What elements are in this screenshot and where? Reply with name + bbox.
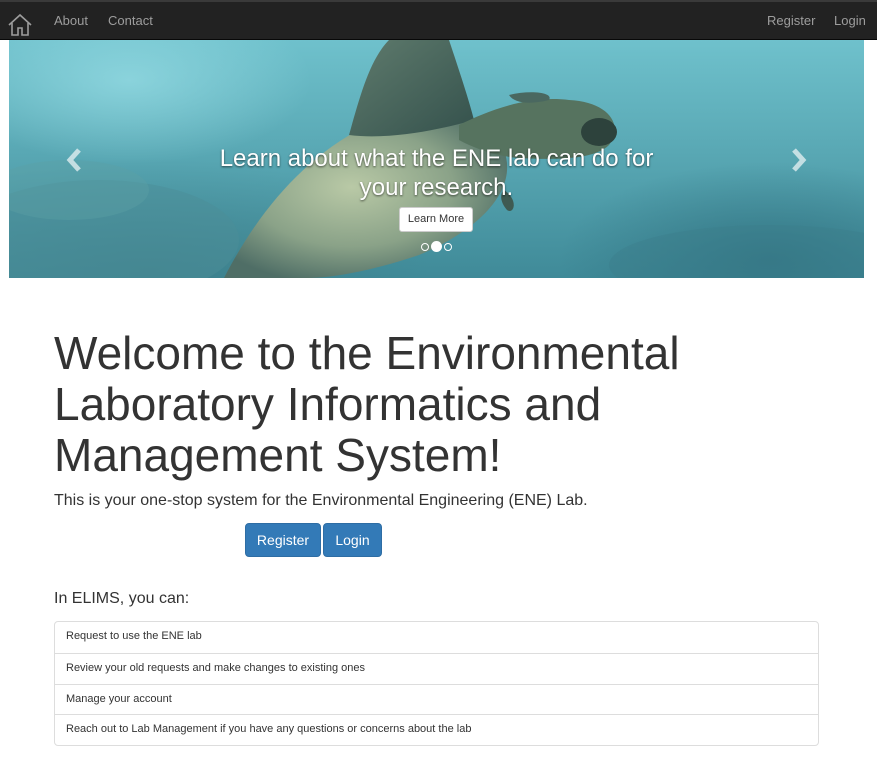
navbar: About Contact Register Login xyxy=(0,0,877,40)
features-list: Request to use the ENE lab Review your o… xyxy=(54,621,819,746)
list-item: Reach out to Lab Management if you have … xyxy=(55,714,818,745)
nav-contact[interactable]: Contact xyxy=(108,12,153,30)
learn-more-button[interactable]: Learn More xyxy=(399,207,473,232)
lead-text: This is your one-stop system for the Env… xyxy=(54,492,588,509)
carousel-indicator-2[interactable] xyxy=(431,241,442,252)
list-item: Review your old requests and make change… xyxy=(55,652,818,684)
register-button[interactable]: Register xyxy=(245,523,321,557)
list-item: Request to use the ENE lab xyxy=(66,630,202,642)
login-button[interactable]: Login xyxy=(323,523,382,557)
carousel-caption-line-1: Learn about what the ENE lab can do for xyxy=(219,145,654,172)
carousel-indicator-3[interactable] xyxy=(444,243,452,251)
page-title: Welcome to the Environmental Laboratory … xyxy=(54,328,774,481)
nav-login[interactable]: Login xyxy=(834,12,866,30)
features-label: In ELIMS, you can: xyxy=(54,590,190,607)
home-link[interactable] xyxy=(7,13,33,37)
carousel-indicator-1[interactable] xyxy=(421,243,429,251)
carousel-indicators xyxy=(419,241,453,253)
nav-register[interactable]: Register xyxy=(767,12,815,30)
page-title-line-3: Management System! xyxy=(54,429,502,481)
page-title-line-2: Laboratory Informatics and xyxy=(54,378,602,430)
home-icon xyxy=(8,13,32,36)
hero-carousel: Learn about what the ENE lab can do for … xyxy=(9,40,864,278)
carousel-caption: Learn about what the ENE lab can do for … xyxy=(9,144,864,202)
list-item: Manage your account xyxy=(55,683,818,715)
nav-about[interactable]: About xyxy=(54,12,88,30)
carousel-caption-line-2: your research. xyxy=(359,174,514,201)
page-title-line-1: Welcome to the Environmental xyxy=(54,327,680,379)
